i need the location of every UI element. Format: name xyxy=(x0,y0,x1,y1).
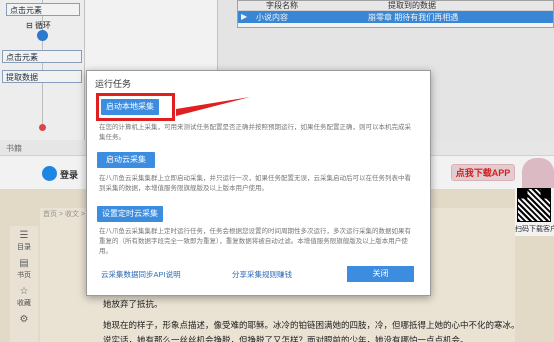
close-button[interactable]: 关闭 xyxy=(347,266,414,282)
api-docs-link[interactable]: 云采集数据同步API说明 xyxy=(101,269,181,280)
start-cloud-button[interactable]: 启动云采集 xyxy=(97,152,155,168)
local-description: 在您的计算机上采集，可用来测试任务配置是否正确并按照预期运行，如果任务配置正确，… xyxy=(99,124,411,141)
schedule-cloud-button[interactable]: 设置定时云采集 xyxy=(97,206,163,222)
dialog-title: 运行任务 xyxy=(95,79,132,89)
cloud-description: 在八爪鱼云采集集群上立即启动采集，并只运行一次，如果任务配置无误，云采集启动后可… xyxy=(99,175,411,192)
share-rules-link[interactable]: 分享采集规则赚钱 xyxy=(232,269,292,280)
schedule-description: 在八爪鱼云采集集群上定时运行任务，任务会根据您设置的时间周期性多次运行，多次运行… xyxy=(99,228,411,255)
highlight-box xyxy=(96,93,175,121)
